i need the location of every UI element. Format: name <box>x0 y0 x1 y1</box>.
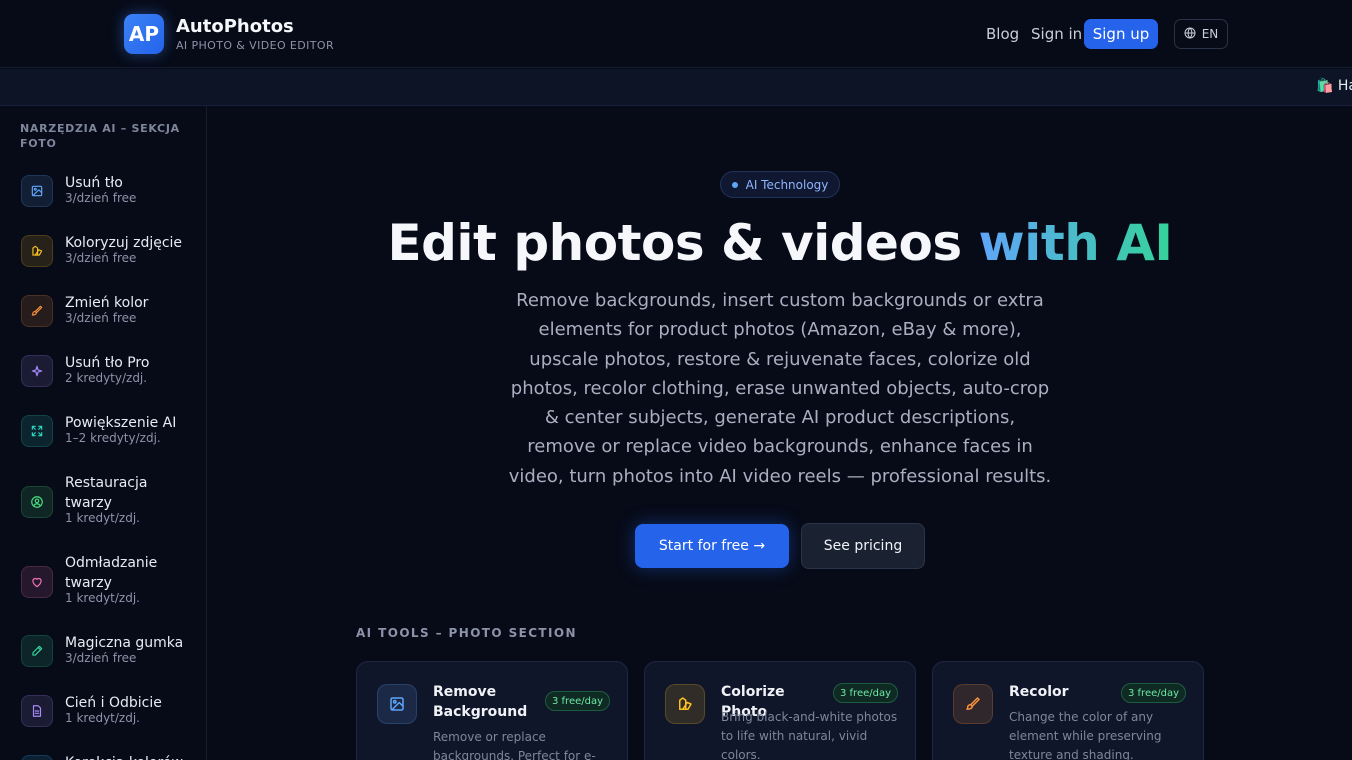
expand-icon <box>21 415 53 447</box>
signup-button[interactable]: Sign up <box>1084 19 1158 49</box>
hero-description: Remove backgrounds, insert custom backgr… <box>508 290 1052 487</box>
tool-card-title: Recolor <box>1009 684 1069 700</box>
sidebar-item[interactable]: Koloryzuj zdjęcie 3/dzień free <box>20 233 200 273</box>
sidebar-item-label: Powiększenie AI <box>65 415 177 431</box>
sidebar-item-usage: 1 kredyt/zdj. <box>65 511 140 525</box>
sidebar-item[interactable]: Korekcja kolorów <box>20 753 200 760</box>
ai-technology-pill: AI Technology <box>720 171 840 198</box>
heart-icon <box>21 566 53 598</box>
file-icon <box>21 695 53 727</box>
palette-icon <box>665 684 705 724</box>
sidebar-item-usage: 1–2 kredyty/zdj. <box>65 431 161 445</box>
hero-title-main: Edit photos & videos <box>387 214 979 272</box>
sidebar-item[interactable]: Powiększenie AI 1–2 kredyty/zdj. <box>20 413 200 453</box>
tool-card-title: Remove Background <box>433 684 528 720</box>
sidebar-item-label: Usuń tło <box>65 175 123 191</box>
brush-icon <box>953 684 993 724</box>
pill-dot <box>731 181 738 188</box>
sidebar-item-label: Cień i Odbicie <box>65 695 162 711</box>
free-usage-badge: 3 free/day <box>545 691 611 711</box>
sidebar-item-usage: 2 kredyty/zdj. <box>65 371 148 385</box>
image-icon <box>377 684 417 724</box>
pencil-icon <box>21 635 53 667</box>
brush-icon <box>21 295 53 327</box>
tools-sidebar: NARZĘDZIA AI – SEKCJA FOTO Usuń tło 3/dzi… <box>0 106 207 760</box>
sidebar-item-label: Magiczna gumka <box>65 635 184 651</box>
brand-name[interactable]: AutoPhotos <box>176 16 294 37</box>
top-header: AP AutoPhotos AI PHOTO & VIDEO EDITOR Bl… <box>0 0 1352 68</box>
sidebar-item-label: Zmień kolor <box>65 295 149 311</box>
language-label: EN <box>1201 27 1219 41</box>
adjust-icon <box>21 755 53 760</box>
tool-card[interactable]: Colorize Photo 3 free/day Bring black-and-… <box>644 661 916 760</box>
sidebar-item[interactable]: Odmładzanie twarzy 1 kredyt/zdj. <box>20 553 200 613</box>
free-usage-badge: 3 free/day <box>1121 683 1187 703</box>
sidebar-item-usage: 3/dzień free <box>65 311 137 325</box>
palette-icon <box>21 235 53 267</box>
globe-icon <box>1184 27 1196 42</box>
hero-title: Edit photos & videos with AI <box>330 214 1230 272</box>
sidebar-item[interactable]: Magiczna gumka 3/dzień free <box>20 633 200 673</box>
announcement-text[interactable]: 🛍️ Ha <box>1316 78 1352 94</box>
sidebar-item-usage: 3/dzień free <box>65 651 137 665</box>
sidebar-item[interactable]: Zmień kolor 3/dzień free <box>20 293 200 333</box>
tool-card-description: Remove or replace backgrounds. Perfect f… <box>433 730 596 760</box>
tool-card[interactable]: Recolor 3 free/day Change the color of any… <box>932 661 1204 760</box>
sidebar-title: NARZĘDZIA AI – SEKCJA FOTO <box>20 122 180 150</box>
tool-card-description: Change the color of any element while pr… <box>1009 710 1162 760</box>
sidebar-item[interactable]: Cień i Odbicie 1 kredyt/zdj. <box>20 693 200 733</box>
tools-section-title: AI TOOLS – PHOTO SECTION <box>356 626 577 640</box>
sidebar-item[interactable]: Usuń tło 3/dzień free <box>20 173 200 213</box>
sidebar-item-label: Odmładzanie twarzy <box>65 555 158 591</box>
sidebar-item-label: Restauracja twarzy <box>65 475 148 511</box>
sidebar-item-label: Usuń tło Pro <box>65 355 150 371</box>
sparkle-icon <box>21 355 53 387</box>
sidebar-item-usage: 1 kredyt/zdj. <box>65 591 140 605</box>
sidebar-item-usage: 3/dzień free <box>65 191 137 205</box>
language-selector[interactable]: EN <box>1174 19 1228 49</box>
sidebar-item-usage: 1 kredyt/zdj. <box>65 711 140 725</box>
see-pricing-button[interactable]: See pricing <box>801 523 925 569</box>
nav-signin-link[interactable]: Sign in <box>1031 25 1082 43</box>
sidebar-item[interactable]: Restauracja twarzy 1 kredyt/zdj. <box>20 473 200 533</box>
announcement-bar: 🛍️ Ha <box>0 69 1352 106</box>
tool-card-description: Bring black-and-white photos to life wit… <box>721 710 898 760</box>
free-usage-badge: 3 free/day <box>833 683 899 703</box>
sidebar-item-usage: 3/dzień free <box>65 251 137 265</box>
pill-label: AI Technology <box>745 177 829 192</box>
sidebar-item-label: Korekcja kolorów <box>65 753 197 760</box>
sidebar-item-label: Koloryzuj zdjęcie <box>65 235 183 251</box>
nav-blog-link[interactable]: Blog <box>986 25 1019 43</box>
hero-title-accent: with AI <box>978 214 1173 272</box>
tool-card[interactable]: Remove Background 3 free/day Remove or rep… <box>356 661 628 760</box>
sidebar-item[interactable]: Usuń tło Pro 2 kredyty/zdj. <box>20 353 200 393</box>
brand-tagline: AI PHOTO & VIDEO EDITOR <box>176 39 335 52</box>
logo-badge[interactable]: AP <box>124 14 164 54</box>
user-circle-icon <box>21 486 53 518</box>
image-icon <box>21 175 53 207</box>
start-for-free-button[interactable]: Start for free → <box>635 524 789 568</box>
